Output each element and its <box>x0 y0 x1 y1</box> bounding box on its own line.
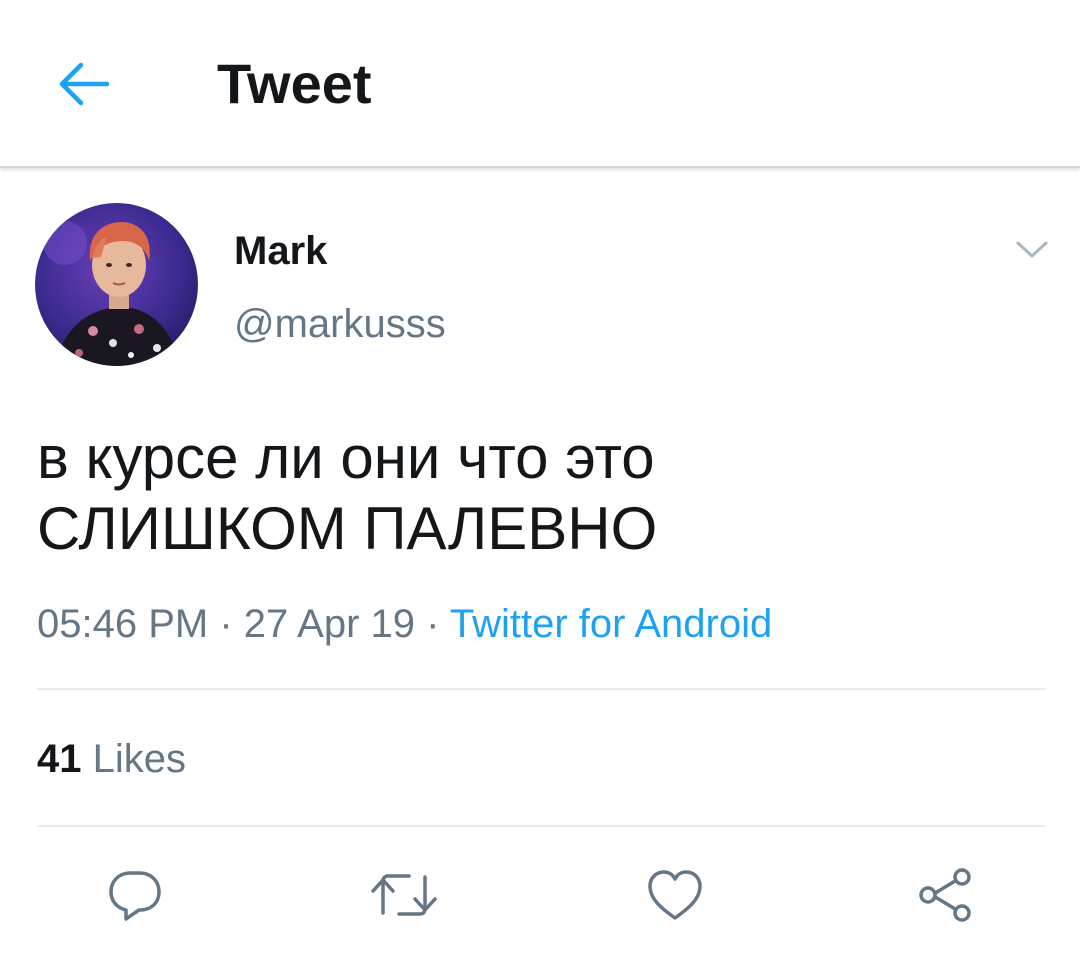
reply-button[interactable] <box>100 862 170 928</box>
divider <box>37 825 1045 827</box>
meta-separator: · <box>415 602 450 646</box>
heart-icon <box>648 870 702 920</box>
avatar-image <box>35 203 198 366</box>
likes-count: 41 <box>37 737 82 781</box>
divider <box>37 688 1045 690</box>
chevron-down-icon <box>1016 241 1048 258</box>
tweet-meta: 05:46 PM · 27 Apr 19 · Twitter for Andro… <box>37 600 772 648</box>
top-app-bar: Tweet <box>0 0 1080 168</box>
arrow-left-icon <box>59 62 109 106</box>
avatar[interactable] <box>35 203 198 366</box>
back-button[interactable] <box>52 56 114 112</box>
tweet-source-link[interactable]: Twitter for Android <box>450 602 772 646</box>
author-display-name[interactable]: Mark <box>234 227 327 275</box>
likes-label: Likes <box>92 737 187 781</box>
share-button[interactable] <box>910 862 980 928</box>
author-handle[interactable]: @markusss <box>234 300 446 348</box>
tweet-date: 27 Apr 19 <box>243 602 416 646</box>
page-title: Tweet <box>217 52 372 115</box>
like-button[interactable] <box>640 862 710 928</box>
share-icon <box>919 868 971 922</box>
tweet-text: в курсе ли они что это СЛИШКОМ ПАЛЕВНО <box>37 424 658 562</box>
likes-stat[interactable]: 41 Likes <box>37 735 186 783</box>
reply-icon <box>109 871 161 921</box>
retweet-button[interactable] <box>369 862 439 928</box>
retweet-icon <box>371 874 437 916</box>
tweet-options-button[interactable] <box>1010 232 1054 268</box>
tweet-time: 05:46 PM <box>37 602 209 646</box>
meta-separator: · <box>208 602 244 646</box>
